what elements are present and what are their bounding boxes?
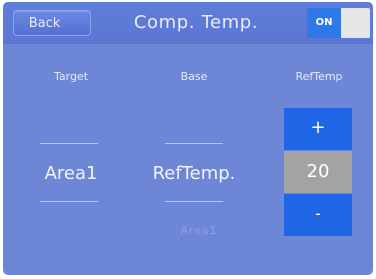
target-column-label: Target bbox=[53, 70, 89, 83]
on-toggle[interactable]: ON bbox=[307, 8, 370, 38]
screen: Back Comp. Temp. ON Target Base RefTemp … bbox=[3, 2, 373, 275]
page-title: Comp. Temp. bbox=[133, 12, 259, 33]
base-value[interactable]: RefTemp. bbox=[143, 163, 245, 185]
toggle-knob bbox=[341, 8, 370, 38]
back-button[interactable]: Back bbox=[13, 10, 91, 36]
base-column-label: Base bbox=[180, 70, 208, 83]
toggle-on-label: ON bbox=[307, 8, 341, 38]
target-top-divider bbox=[40, 143, 98, 144]
reftemp-value: 20 bbox=[284, 151, 352, 193]
reftemp-column-label: RefTemp bbox=[295, 70, 343, 83]
increase-button[interactable]: + bbox=[284, 108, 352, 150]
target-bottom-divider bbox=[40, 201, 98, 202]
target-value[interactable]: Area1 bbox=[27, 163, 115, 185]
base-top-divider bbox=[165, 143, 223, 144]
header-bar: Back Comp. Temp. ON bbox=[3, 2, 373, 44]
base-bottom-divider bbox=[165, 201, 223, 202]
base-next-option[interactable]: Area1 bbox=[153, 224, 245, 237]
decrease-button[interactable]: - bbox=[284, 194, 352, 236]
